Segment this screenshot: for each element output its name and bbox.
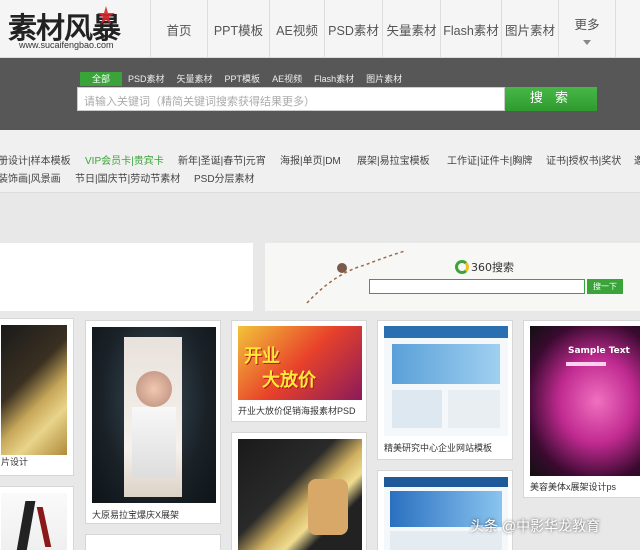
thumb-sample-text: Sample Text (568, 346, 630, 356)
category-link[interactable]: 新年|圣诞|春节|元宵 (178, 152, 266, 167)
search-button[interactable]: 搜 索 (505, 87, 597, 111)
card-thumbnail: Sample Text (530, 326, 640, 476)
card-caption: 片设计 (1, 457, 29, 467)
search-tab-ae[interactable]: AE视频 (266, 72, 308, 86)
card-thumbnail (384, 326, 508, 436)
brand-360-logo: 360搜索 (455, 259, 514, 275)
card-rollup-banner[interactable]: 大原易拉宝爆庆X展架 (85, 320, 221, 524)
category-links: 册设计|样本模板 VIP会员卡|贵宾卡 新年|圣诞|春节|元宵 海报|单页|DM… (0, 130, 640, 193)
category-link[interactable]: 邀 (634, 152, 640, 167)
search-tab-psd[interactable]: PSD素材 (122, 72, 171, 86)
logo-star-icon (97, 6, 115, 24)
nav-flash[interactable]: Flash素材 (440, 0, 501, 58)
card-website-template[interactable]: 精美研究中心企业网站模板 (377, 320, 513, 460)
card-calligraphy[interactable] (0, 486, 74, 550)
card-thumbnail (1, 493, 67, 550)
ad-search-button[interactable]: 搜一下 (587, 279, 623, 294)
card-black-gold-card[interactable] (231, 432, 367, 550)
site-header: 素材风暴 www.sucaifengbao.com 首页 PPT模板 AE视频 … (0, 0, 640, 58)
search-band: 全部 PSD素材 矢量素材 PPT模板 AE视频 Flash素材 图片素材 请输… (0, 58, 640, 130)
nav-more-label: 更多 (574, 17, 600, 32)
search-input[interactable]: 请输入关键词（精简关键词搜索获得结果更多） (77, 87, 505, 111)
card-thumbnail (238, 439, 362, 550)
search-tab-flash[interactable]: Flash素材 (308, 72, 360, 86)
card-thumbnail: 开业 大放价 (238, 326, 362, 400)
brand-360-text: 360搜索 (471, 261, 514, 274)
nav-ppt[interactable]: PPT模板 (207, 0, 269, 58)
category-link-vip[interactable]: VIP会员卡|贵宾卡 (85, 152, 164, 167)
search-tabs: 全部 PSD素材 矢量素材 PPT模板 AE视频 Flash素材 图片素材 (80, 72, 408, 86)
card-caption: 精美研究中心企业网站模板 (384, 443, 493, 453)
card-business-card[interactable]: 片设计 (0, 318, 74, 476)
main-nav: 首页 PPT模板 AE视频 PSD素材 矢量素材 Flash素材 图片素材 更多 (150, 0, 616, 58)
logo-url: www.sucaifengbao.com (19, 40, 114, 50)
search-tab-vector[interactable]: 矢量素材 (171, 72, 219, 86)
nav-ae[interactable]: AE视频 (269, 0, 324, 58)
category-link[interactable]: 工作证|证件卡|胸牌 (447, 152, 532, 167)
poster-text-2: 大放价 (262, 370, 316, 391)
category-link[interactable]: PSD分层素材 (194, 170, 255, 185)
nav-vector[interactable]: 矢量素材 (382, 0, 440, 58)
site-logo[interactable]: 素材风暴 www.sucaifengbao.com (0, 0, 150, 58)
card-thumbnail (384, 477, 508, 550)
card-opening-poster[interactable]: 开业 大放价 开业大放价促销海报素材PSD (231, 320, 367, 422)
card-thumbnail (92, 327, 216, 503)
nav-home[interactable]: 首页 (150, 0, 207, 58)
card-caption: 美容美体x展架设计ps (530, 482, 617, 492)
search-tab-image[interactable]: 图片素材 (360, 72, 408, 86)
category-link[interactable]: 海报|单页|DM (280, 152, 341, 167)
ad-banner-left[interactable] (0, 243, 253, 311)
ad-banner-360[interactable]: 360搜索 搜一下 (265, 243, 640, 311)
card-beauty-banner[interactable]: Sample Text 美容美体x展架设计ps (523, 320, 640, 498)
card-web-template-2[interactable] (377, 470, 513, 550)
chevron-down-icon (583, 40, 591, 45)
ad-search-input[interactable] (369, 279, 585, 294)
category-link[interactable]: 证书|授权书|奖状 (546, 152, 621, 167)
card-caption: 大原易拉宝爆庆X展架 (92, 510, 180, 520)
nav-more[interactable]: 更多 (558, 0, 616, 58)
nav-psd[interactable]: PSD素材 (324, 0, 382, 58)
category-link[interactable]: 装饰画|风景画 (0, 170, 61, 185)
ad-decoration (306, 250, 406, 304)
nav-image[interactable]: 图片素材 (501, 0, 558, 58)
card-lower[interactable] (85, 534, 221, 550)
poster-text-1: 开业 (244, 346, 280, 367)
category-link[interactable]: 展架|易拉宝模板 (357, 152, 430, 167)
category-link[interactable]: 册设计|样本模板 (0, 152, 71, 167)
search-tab-ppt[interactable]: PPT模板 (219, 72, 267, 86)
search-tab-all[interactable]: 全部 (80, 72, 123, 86)
card-thumbnail (1, 325, 67, 455)
card-caption: 开业大放价促销海报素材PSD (238, 406, 356, 416)
360-logo-icon (455, 260, 469, 274)
category-link[interactable]: 节日|国庆节|劳动节素材 (75, 170, 180, 185)
watermark-text: 头条 @中影华龙教育 (470, 518, 601, 534)
